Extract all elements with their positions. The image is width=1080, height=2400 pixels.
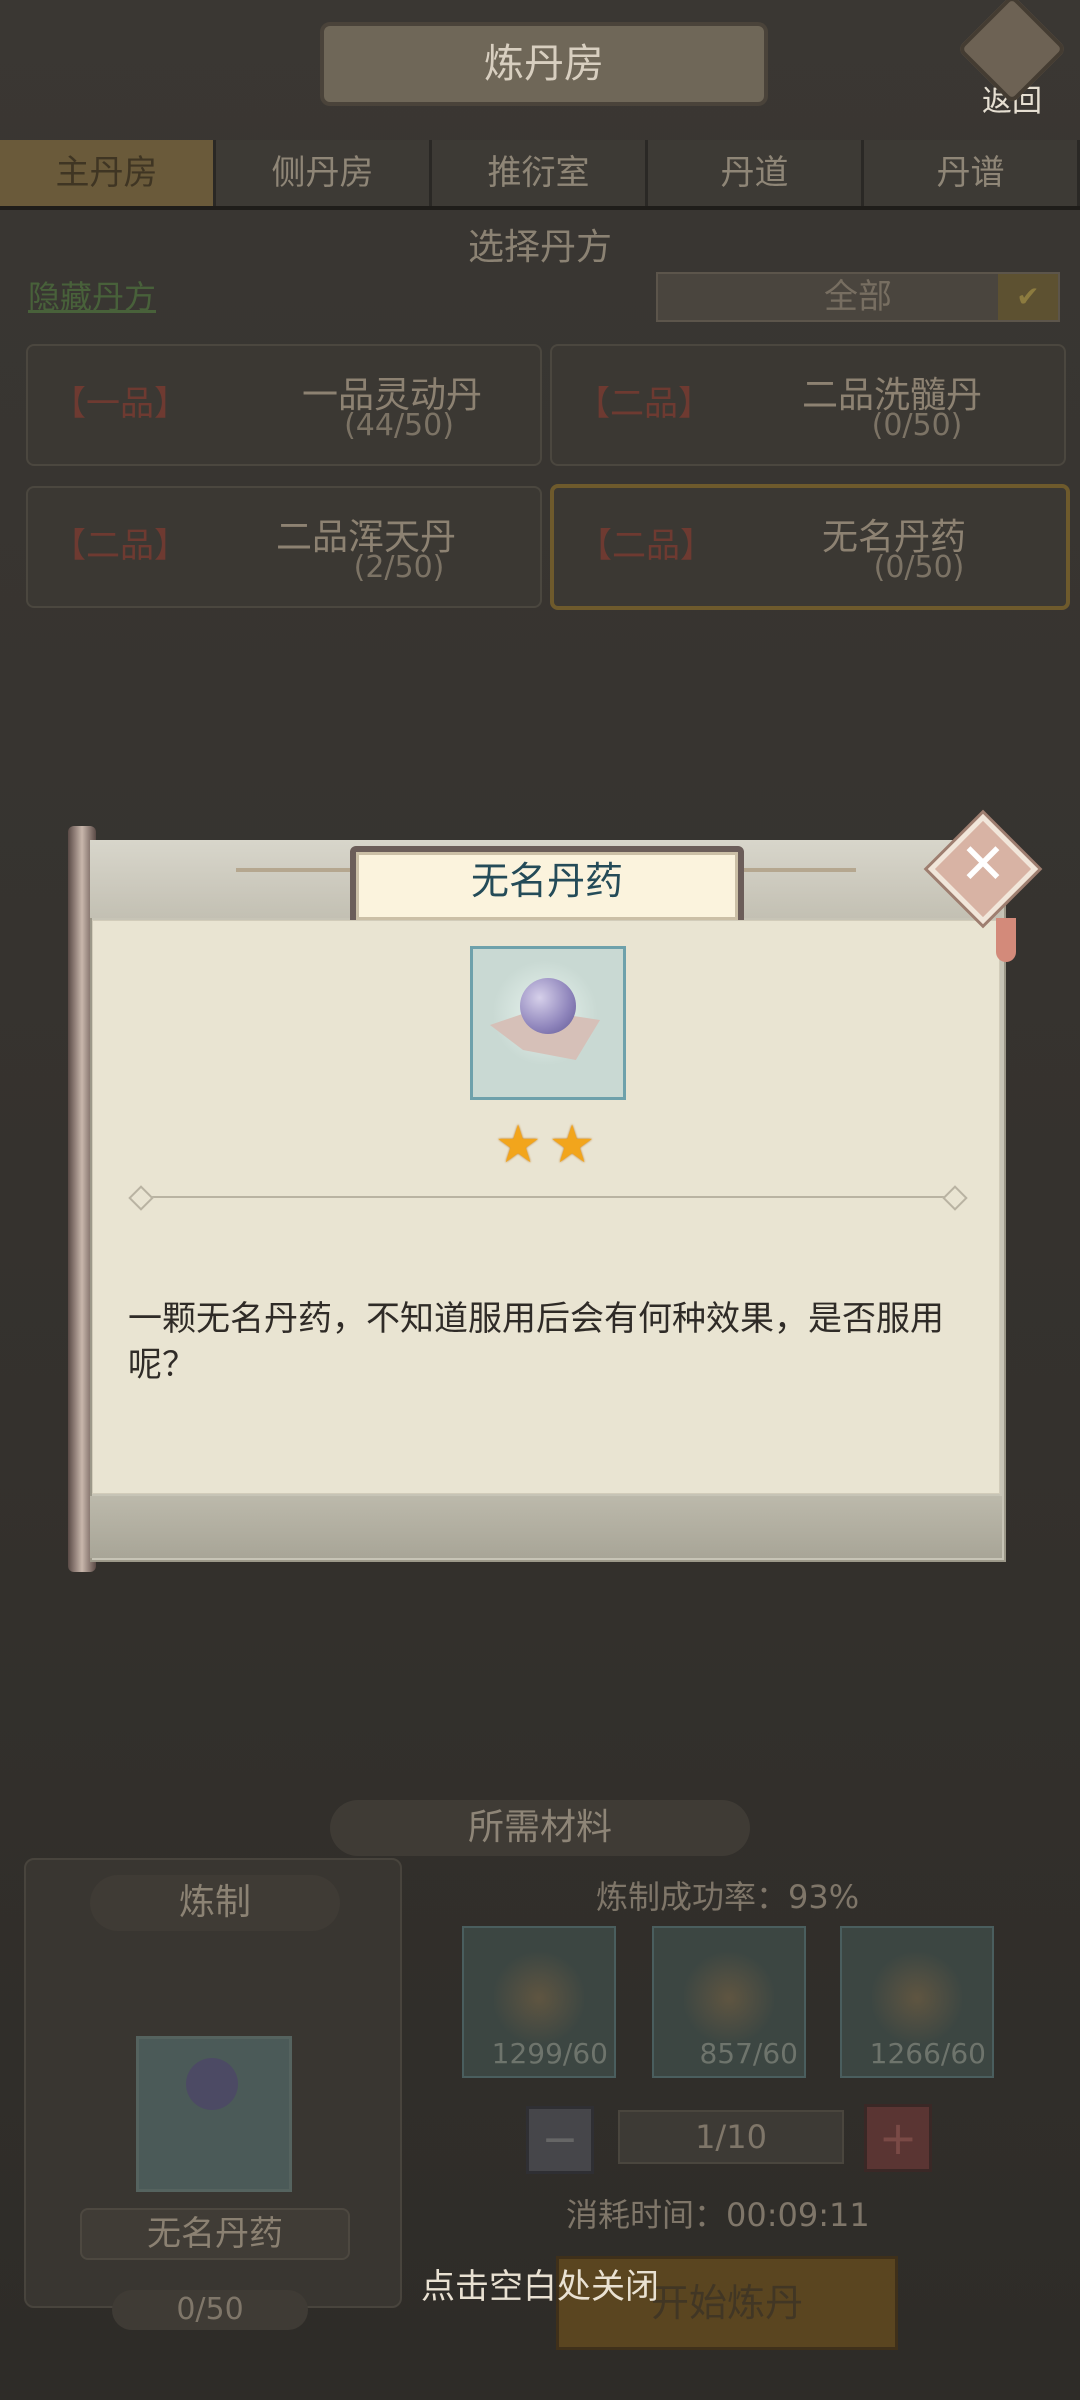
close-hint: 点击空白处关闭 — [421, 2267, 659, 2307]
item-description: 一颗无名丹药，不知道服用后会有何种效果，是否服用呢？ — [128, 1299, 944, 1385]
tassel-decoration — [996, 918, 1016, 962]
star-icon: ★ — [494, 1115, 542, 1175]
divider — [130, 1196, 962, 1198]
modal-title: 无名丹药 — [350, 846, 744, 926]
close-icon[interactable]: ✕ — [944, 826, 1022, 904]
purple-pill-icon — [520, 978, 576, 1034]
modal-footer — [90, 1496, 1002, 1558]
star-icon: ★ — [548, 1115, 596, 1175]
